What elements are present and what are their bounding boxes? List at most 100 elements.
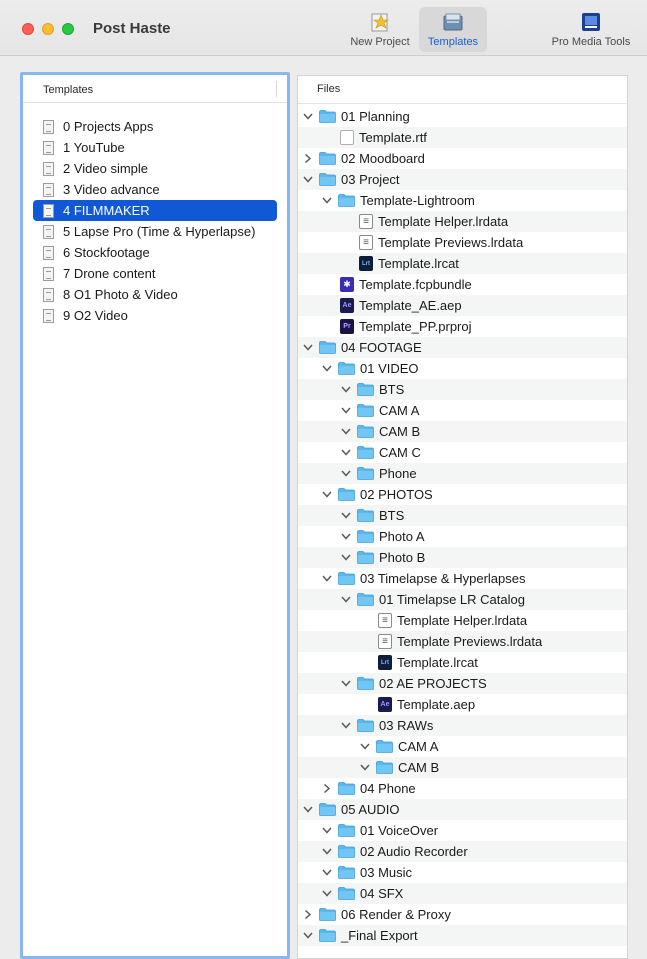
minimize-window-button[interactable] [42,23,54,35]
folder-row[interactable]: Phone [298,463,627,484]
folder-row[interactable]: 05 AUDIO [298,799,627,820]
folder-row[interactable]: 03 Project [298,169,627,190]
chevron-down-icon[interactable] [340,552,352,564]
chevron-down-icon[interactable] [302,804,314,816]
chevron-down-icon[interactable] [359,762,371,774]
folder-row[interactable]: CAM B [298,421,627,442]
folder-name: BTS [379,382,405,397]
folder-icon [357,446,374,459]
folder-row[interactable]: 02 Moodboard [298,148,627,169]
templates-button[interactable]: Templates [419,7,487,52]
chevron-down-icon[interactable] [340,510,352,522]
chevron-down-icon[interactable] [321,867,333,879]
folder-row[interactable]: Photo B [298,547,627,568]
folder-row[interactable]: 01 Timelapse LR Catalog [298,589,627,610]
chevron-down-icon[interactable] [340,720,352,732]
chevron-down-icon[interactable] [340,447,352,459]
folder-row[interactable]: 02 PHOTOS [298,484,627,505]
files-column-header[interactable]: Files [298,76,627,104]
folder-row[interactable]: Photo A [298,526,627,547]
chevron-down-icon[interactable] [321,489,333,501]
folder-row[interactable]: 04 SFX [298,883,627,904]
folder-name: Photo B [379,550,426,565]
new-project-button[interactable]: New Project [344,7,416,52]
template-item-label: 6 Stockfootage [63,245,150,260]
folder-row[interactable]: 02 Audio Recorder [298,841,627,862]
folder-name: 01 VoiceOver [360,823,439,838]
file-row[interactable]: Lrt Template.lrcat [298,652,627,673]
folder-row[interactable]: _Final Export [298,925,627,946]
template-item[interactable]: 9 O2 Video [33,305,277,326]
chevron-down-icon[interactable] [302,111,314,123]
folder-row[interactable]: CAM A [298,736,627,757]
chevron-down-icon[interactable] [321,573,333,585]
folder-name: Template-Lightroom [360,193,475,208]
folder-row[interactable]: 02 AE PROJECTS [298,673,627,694]
template-item[interactable]: 3 Video advance [33,179,277,200]
template-item[interactable]: 7 Drone content [33,263,277,284]
file-row[interactable]: Template Helper.lrdata [298,610,627,631]
folder-row[interactable]: 04 Phone [298,778,627,799]
folder-row[interactable]: Template-Lightroom [298,190,627,211]
chevron-down-icon[interactable] [321,363,333,375]
chevron-down-icon[interactable] [340,405,352,417]
folder-name: _Final Export [341,928,418,943]
folder-name: Photo A [379,529,425,544]
templates-column-header[interactable]: Templates [23,75,287,103]
chevron-down-icon[interactable] [302,342,314,354]
template-item[interactable]: 4 FILMMAKER [33,200,277,221]
pro-media-tools-button[interactable]: Pro Media Tools [545,7,637,52]
folder-row[interactable]: CAM B [298,757,627,778]
folder-row[interactable]: 03 Music [298,862,627,883]
file-row[interactable]: Template Previews.lrdata [298,631,627,652]
folder-row[interactable]: 06 Render & Proxy [298,904,627,925]
chevron-right-icon[interactable] [302,909,314,921]
chevron-down-icon[interactable] [321,195,333,207]
file-row[interactable]: ✱ Template.fcpbundle [298,274,627,295]
folder-row[interactable]: 01 VoiceOver [298,820,627,841]
folder-icon [357,404,374,417]
lrdata-file-icon [378,634,392,649]
template-item[interactable]: 0 Projects Apps [33,116,277,137]
chevron-down-icon[interactable] [302,930,314,942]
template-item[interactable]: 2 Video simple [33,158,277,179]
template-item[interactable]: 8 O1 Photo & Video [33,284,277,305]
chevron-down-icon[interactable] [340,468,352,480]
file-row[interactable]: Ae Template.aep [298,694,627,715]
folder-row[interactable]: 04 FOOTAGE [298,337,627,358]
chevron-down-icon[interactable] [340,384,352,396]
folder-row[interactable]: BTS [298,379,627,400]
file-row[interactable]: Pr Template_PP.prproj [298,316,627,337]
folder-row[interactable]: 03 RAWs [298,715,627,736]
chevron-down-icon[interactable] [321,888,333,900]
zoom-window-button[interactable] [62,23,74,35]
folder-row[interactable]: 03 Timelapse & Hyperlapses [298,568,627,589]
chevron-down-icon[interactable] [340,531,352,543]
file-row[interactable]: Template.rtf [298,127,627,148]
template-item[interactable]: 5 Lapse Pro (Time & Hyperlapse) [33,221,277,242]
file-row[interactable]: Template Helper.lrdata [298,211,627,232]
close-window-button[interactable] [22,23,34,35]
folder-row[interactable]: 01 VIDEO [298,358,627,379]
folder-name: 02 Moodboard [341,151,425,166]
folder-row[interactable]: BTS [298,505,627,526]
folder-row[interactable]: CAM A [298,400,627,421]
chevron-down-icon[interactable] [321,825,333,837]
chevron-right-icon[interactable] [302,153,314,165]
folder-row[interactable]: CAM C [298,442,627,463]
template-item-label: 0 Projects Apps [63,119,154,134]
chevron-down-icon[interactable] [302,174,314,186]
template-item[interactable]: 6 Stockfootage [33,242,277,263]
templates-panel: Templates 0 Projects Apps 1 YouTube 2 Vide… [20,72,290,959]
chevron-down-icon[interactable] [340,678,352,690]
chevron-right-icon[interactable] [321,783,333,795]
file-row[interactable]: Ae Template_AE.aep [298,295,627,316]
file-row[interactable]: Lrt Template.lrcat [298,253,627,274]
chevron-down-icon[interactable] [359,741,371,753]
template-item[interactable]: 1 YouTube [33,137,277,158]
folder-row[interactable]: 01 Planning [298,106,627,127]
chevron-down-icon[interactable] [340,426,352,438]
file-row[interactable]: Template Previews.lrdata [298,232,627,253]
chevron-down-icon[interactable] [321,846,333,858]
chevron-down-icon[interactable] [340,594,352,606]
